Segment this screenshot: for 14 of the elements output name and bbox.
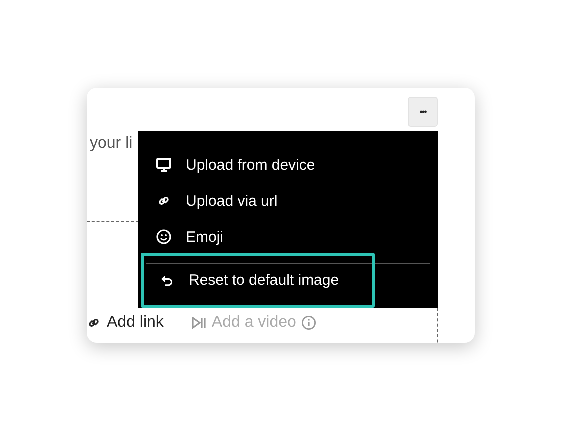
smiley-icon xyxy=(156,229,172,245)
undo-icon xyxy=(159,274,175,288)
menu-item[interactable]: Reset to default image xyxy=(141,253,375,308)
menu-item[interactable]: Upload via url xyxy=(138,183,438,219)
video-icon xyxy=(192,317,206,329)
menu-item[interactable]: Upload from device xyxy=(138,147,438,183)
more-button[interactable]: ••• xyxy=(408,97,438,127)
link-icon xyxy=(87,316,101,330)
link[interactable]: Add link xyxy=(87,314,164,332)
info-icon xyxy=(302,316,316,330)
monitor-icon xyxy=(156,157,172,173)
link-icon xyxy=(156,194,172,208)
body-text: your li xyxy=(89,135,134,153)
menu-item[interactable]: Emoji xyxy=(138,219,438,255)
